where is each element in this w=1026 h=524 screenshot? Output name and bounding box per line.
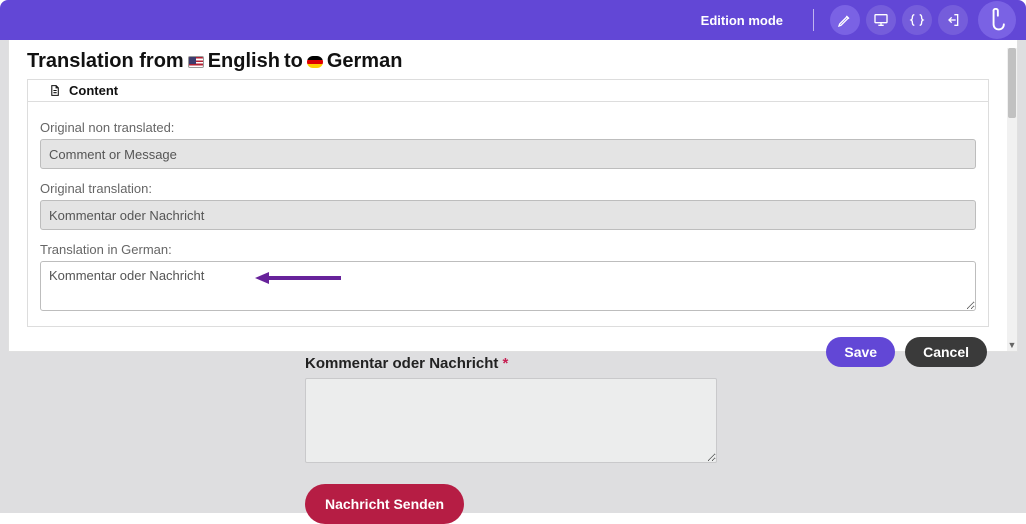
- toolbar-divider: [813, 9, 814, 31]
- title-mid: to: [284, 50, 303, 73]
- lang-to: German: [327, 50, 403, 73]
- scrollbar-thumb[interactable]: [1008, 48, 1016, 118]
- title-prefix: Translation from: [27, 50, 184, 73]
- modal-title: Translation from English to German: [27, 50, 989, 73]
- tab-content[interactable]: Content: [27, 79, 989, 101]
- label-translation-in: Translation in German:: [40, 242, 976, 257]
- exit-icon[interactable]: [938, 5, 968, 35]
- scroll-down-icon[interactable]: ▼: [1007, 339, 1017, 351]
- message-textarea[interactable]: [305, 378, 717, 463]
- button-row: Save Cancel: [27, 327, 989, 367]
- monitor-icon[interactable]: [866, 5, 896, 35]
- label-original-non-translated: Original non translated:: [40, 120, 976, 135]
- us-flag-icon: [188, 56, 204, 68]
- de-flag-icon: [307, 56, 323, 68]
- input-original-translation: [40, 200, 976, 230]
- cancel-button[interactable]: Cancel: [905, 337, 987, 367]
- form-box: Original non translated: Original transl…: [27, 101, 989, 327]
- brand-logo-icon[interactable]: [978, 1, 1016, 39]
- modal-scrollbar[interactable]: ▼: [1007, 48, 1017, 351]
- document-icon: [48, 84, 61, 97]
- input-original-non-translated: [40, 139, 976, 169]
- mode-label: Edition mode: [701, 13, 783, 28]
- code-brackets-icon[interactable]: [902, 5, 932, 35]
- underlying-form: Kommentar oder Nachricht * Nachricht Sen…: [305, 355, 725, 524]
- translation-modal: ▼ Translation from English to German Con…: [8, 40, 1018, 352]
- lang-from: English: [208, 50, 280, 73]
- label-original-translation: Original translation:: [40, 181, 976, 196]
- save-button[interactable]: Save: [826, 337, 895, 367]
- top-toolbar: Edition mode: [0, 0, 1026, 40]
- send-button[interactable]: Nachricht Senden: [305, 484, 464, 524]
- input-translation-in[interactable]: [40, 261, 976, 311]
- tab-content-label: Content: [69, 83, 118, 98]
- pencil-icon[interactable]: [830, 5, 860, 35]
